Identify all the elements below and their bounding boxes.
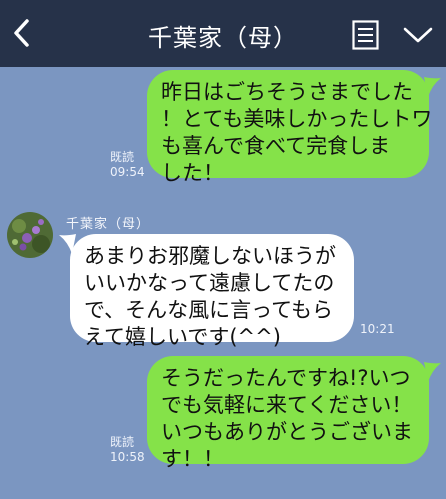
chevron-down-icon[interactable]	[402, 24, 434, 46]
sender-name: 千葉家（母）	[66, 217, 151, 232]
message-time: 09:54	[110, 165, 145, 179]
notes-icon[interactable]	[352, 20, 379, 50]
message-bubble-outgoing[interactable]: そうだったんですね!?いつ でも気軽に来てください！ いつもありがとうございま …	[147, 356, 429, 471]
chat-header: 千葉家（母）	[0, 0, 446, 67]
read-receipt: 既読	[110, 150, 135, 164]
message-time: 10:21	[360, 322, 395, 336]
message-bubble-incoming[interactable]: あまりお邪魔しないほうが いいかなって遠慮してたの で、そんな風に言ってもら え…	[70, 234, 354, 349]
chat-title: 千葉家（母）	[148, 24, 298, 52]
message-bubble-outgoing[interactable]: 昨日はごちそうさまでした ！とても美味しかったしトワ も喜んで食べて完食しま し…	[147, 70, 432, 185]
read-receipt: 既読	[110, 435, 135, 449]
message-time: 10:58	[110, 450, 145, 464]
avatar[interactable]	[7, 212, 53, 258]
